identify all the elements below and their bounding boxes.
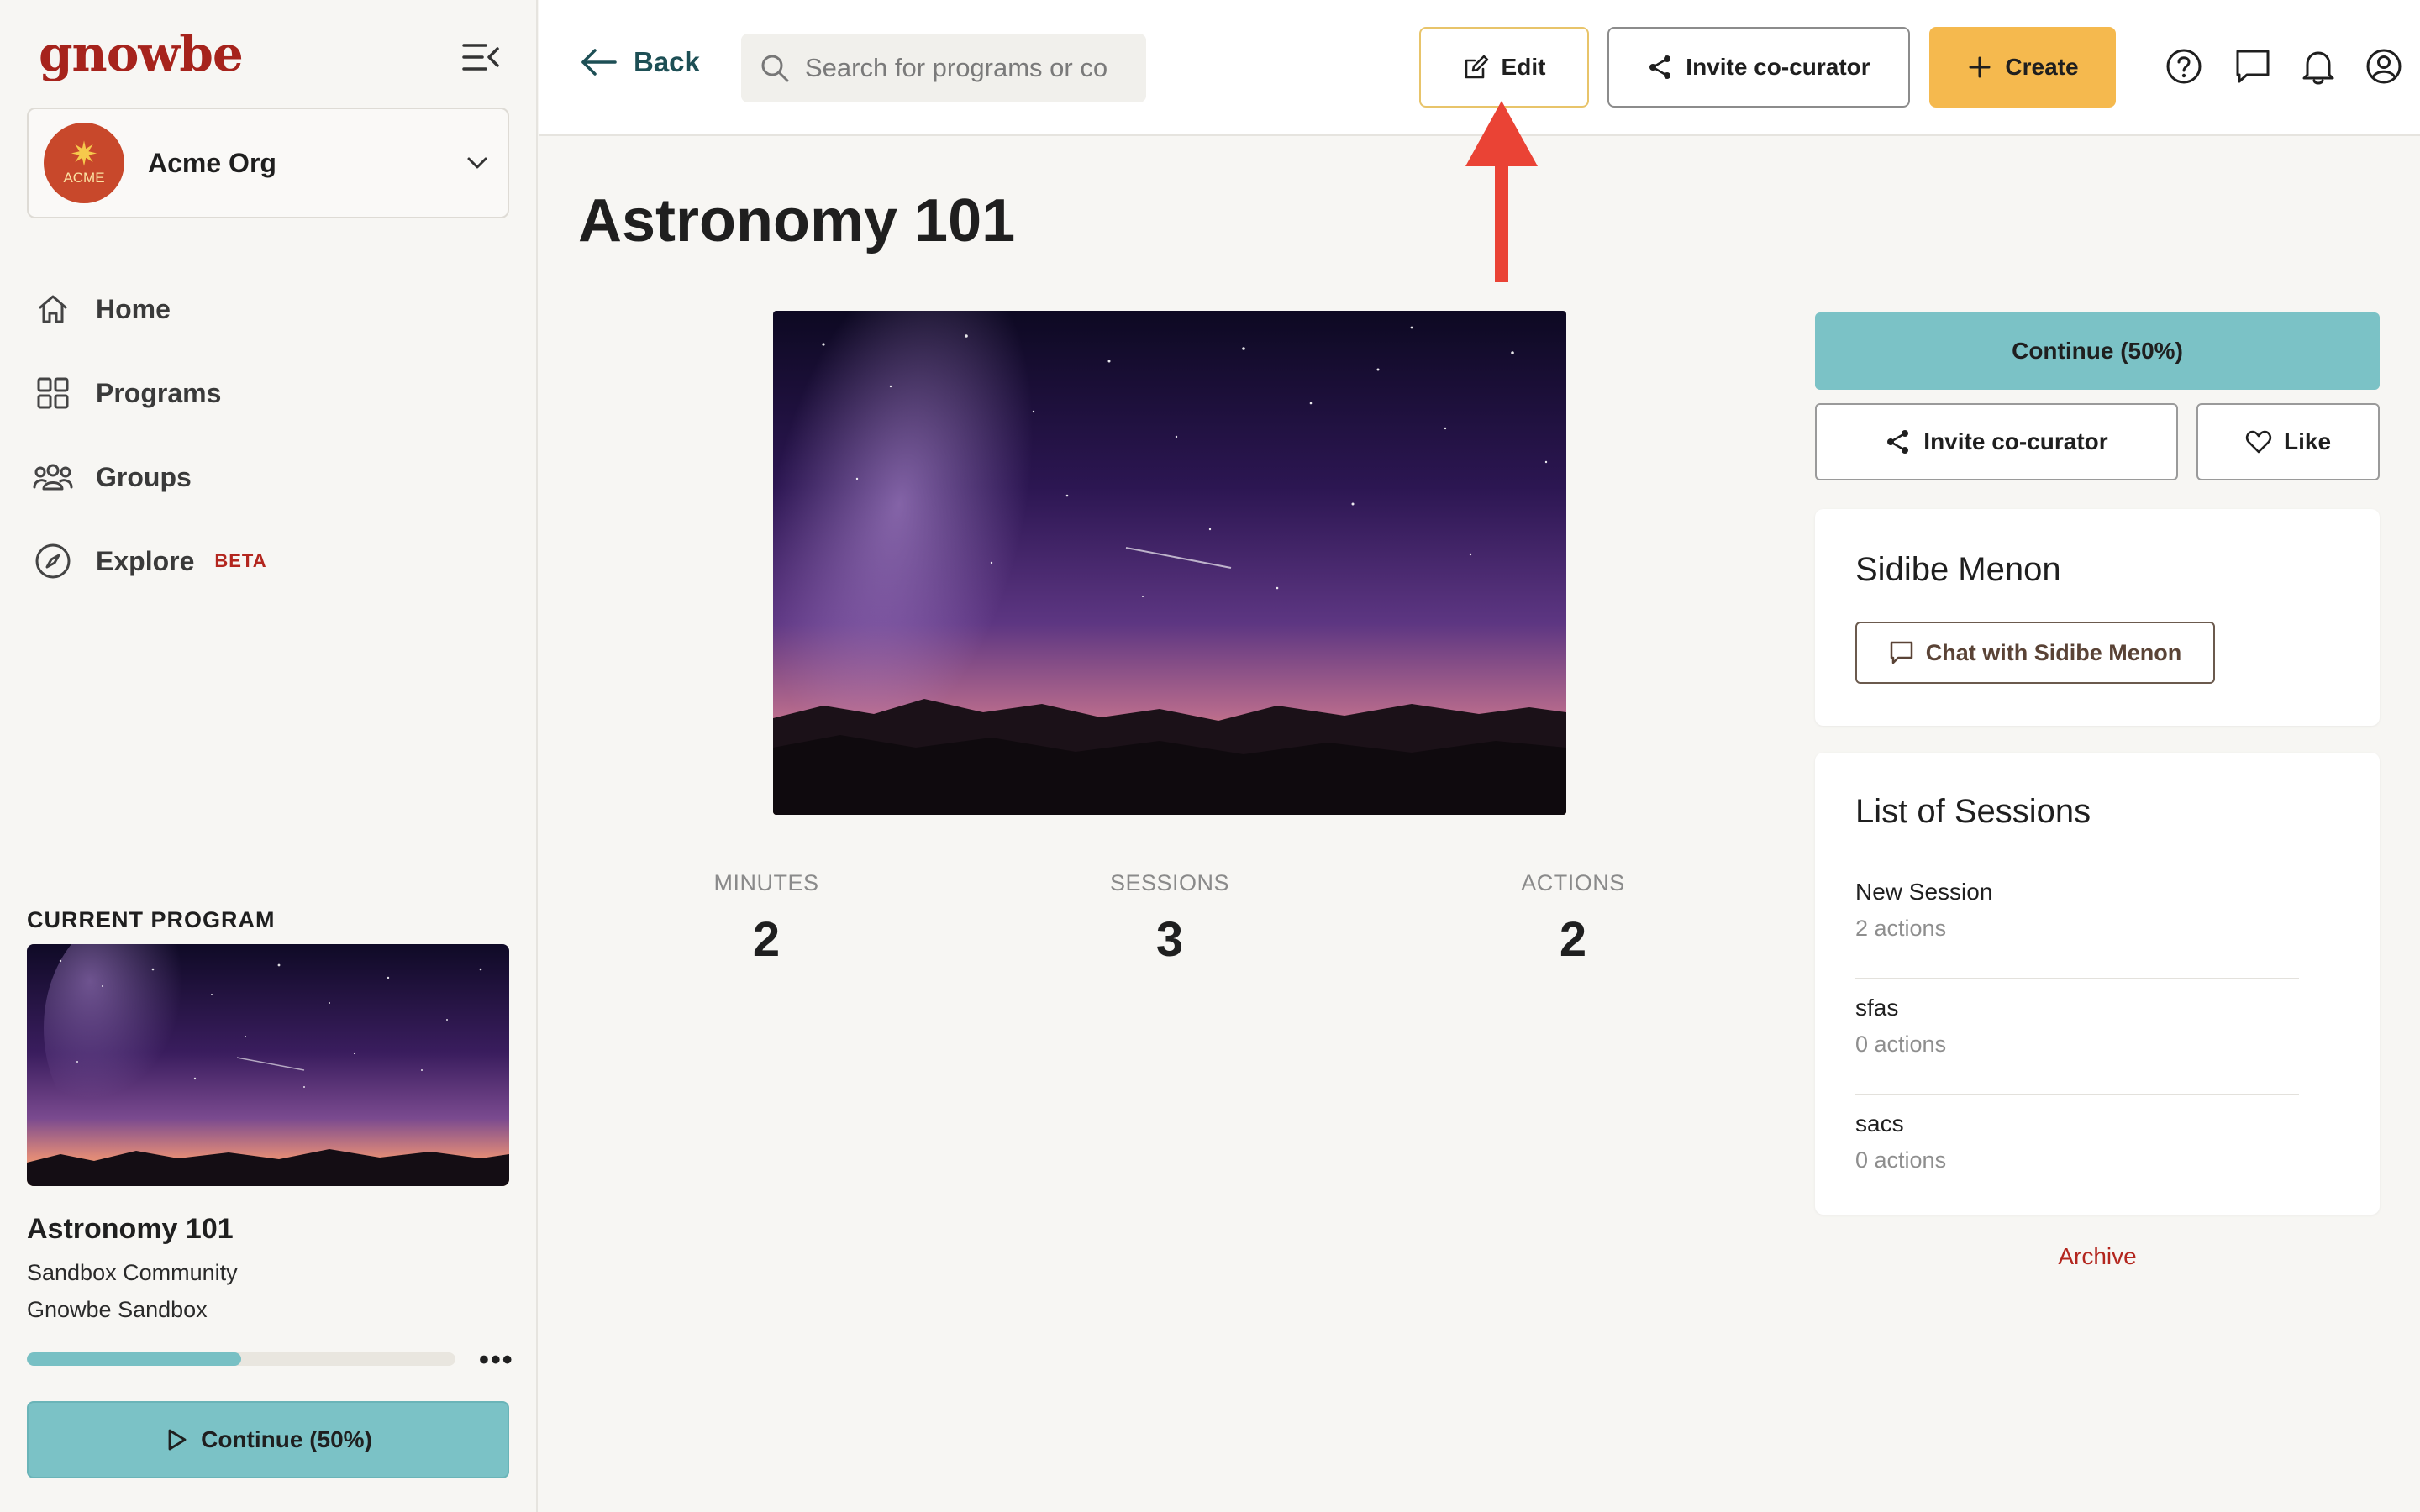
page-title: Astronomy 101 (578, 187, 1016, 255)
sun-icon: ✷ (70, 136, 98, 173)
org-avatar: ✷ ACME (44, 123, 124, 203)
session-name: New Session (1855, 879, 1993, 905)
continue-button[interactable]: Continue (50%) (1815, 312, 2380, 390)
compass-icon (32, 540, 74, 582)
session-item[interactable]: New Session 2 actions (1855, 879, 2299, 979)
nav-item-groups[interactable]: Groups (32, 435, 502, 519)
stat-label: ACTIONS (1521, 870, 1625, 895)
progress-bar-fill (27, 1352, 241, 1366)
sidebar-continue-button[interactable]: Continue (50%) (27, 1401, 509, 1478)
search-input[interactable] (805, 53, 1141, 83)
archive-link[interactable]: Archive (1815, 1243, 2380, 1270)
chat-icon (1890, 641, 1912, 664)
current-program-title[interactable]: Astronomy 101 (27, 1213, 234, 1246)
panel-invite-cocurator-button[interactable]: Invite co-curator (1815, 403, 2178, 480)
sidebar-continue-label: Continue (50%) (201, 1426, 372, 1452)
invite-label: Invite co-curator (1686, 54, 1870, 80)
main-nav: Home Programs Groups Explore BETA (32, 267, 502, 603)
sessions-card: List of Sessions New Session 2 actions s… (1815, 753, 2380, 1215)
program-cover-image (773, 311, 1566, 815)
panel-invite-label: Invite co-curator (1923, 428, 2108, 454)
stat-label: MINUTES (713, 870, 819, 895)
author-name: Sidibe Menon (1855, 551, 2061, 588)
edit-button[interactable]: Edit (1419, 27, 1589, 108)
stat-label: SESSIONS (1109, 870, 1230, 895)
sessions-title: List of Sessions (1855, 793, 2091, 830)
nav-label-explore: Explore (96, 545, 195, 576)
stat-value: 2 (1559, 912, 1587, 967)
author-card: Sidibe Menon Chat with Sidibe Menon (1815, 509, 2380, 726)
play-icon (168, 1429, 187, 1451)
bell-icon[interactable] (2299, 47, 2338, 86)
stat-value: 2 (752, 912, 781, 967)
nav-item-home[interactable]: Home (32, 267, 502, 351)
session-actions-count: 2 actions (1855, 916, 1947, 941)
sidebar: gnowbe ✷ ACME Acme Org Home Programs Gro… (0, 0, 538, 1512)
back-label: Back (634, 46, 700, 77)
grid-icon (32, 372, 74, 414)
chat-with-author-button[interactable]: Chat with Sidibe Menon (1855, 622, 2215, 684)
heart-icon (2245, 430, 2272, 454)
like-button[interactable]: Like (2196, 403, 2380, 480)
current-program-thumbnail[interactable] (27, 944, 509, 1186)
session-item[interactable]: sfas 0 actions (1855, 995, 2299, 1095)
nav-item-programs[interactable]: Programs (32, 351, 502, 435)
chevron-down-icon (464, 150, 491, 176)
share-icon (1649, 55, 1671, 79)
like-label: Like (2283, 428, 2332, 454)
nav-label-home: Home (96, 293, 171, 324)
share-icon (1887, 430, 1909, 454)
search-box[interactable] (741, 34, 1146, 102)
groups-icon (32, 456, 74, 498)
create-button[interactable]: Create (1929, 27, 2116, 108)
stat-actions: ACTIONS 2 (1481, 870, 1665, 968)
chat-icon[interactable] (2233, 47, 2272, 86)
session-item[interactable]: sacs 0 actions (1855, 1110, 2299, 1211)
current-program-workspace: Gnowbe Sandbox (27, 1297, 208, 1322)
stat-sessions: SESSIONS 3 (1077, 870, 1262, 968)
help-icon[interactable] (2165, 47, 2203, 86)
progress-bar (27, 1352, 455, 1366)
stat-value: 3 (1155, 912, 1184, 967)
arrow-left-icon (581, 49, 617, 76)
session-actions-count: 0 actions (1855, 1147, 1947, 1173)
annotation-arrow (1465, 101, 1538, 282)
continue-label: Continue (50%) (2012, 338, 2183, 364)
session-actions-count: 0 actions (1855, 1032, 1947, 1057)
session-name: sfas (1855, 995, 1899, 1021)
nav-label-programs: Programs (96, 377, 222, 408)
more-options-icon[interactable]: ••• (479, 1344, 514, 1377)
edit-icon (1465, 55, 1488, 79)
plus-icon (1969, 56, 1991, 78)
create-label: Create (2005, 54, 2079, 80)
current-program-community: Sandbox Community (27, 1260, 238, 1285)
profile-icon[interactable] (2365, 47, 2403, 86)
org-name: Acme Org (148, 147, 276, 178)
nav-label-groups: Groups (96, 461, 192, 492)
edit-label: Edit (1501, 54, 1546, 80)
search-icon (761, 55, 789, 82)
org-selector[interactable]: ✷ ACME Acme Org (27, 108, 509, 218)
home-icon (32, 288, 74, 330)
beta-badge: BETA (214, 550, 267, 571)
current-program-heading: CURRENT PROGRAM (27, 907, 276, 932)
org-avatar-text: ACME (63, 170, 105, 186)
collapse-sidebar-icon[interactable] (460, 39, 501, 76)
chat-with-author-label: Chat with Sidibe Menon (1925, 639, 2182, 665)
gnowbe-logo[interactable]: gnowbe (39, 25, 244, 82)
nav-item-explore[interactable]: Explore BETA (32, 519, 502, 603)
stat-minutes: MINUTES 2 (674, 870, 859, 968)
back-button[interactable]: Back (578, 45, 700, 79)
session-name: sacs (1855, 1110, 1904, 1137)
invite-cocurator-button[interactable]: Invite co-curator (1607, 27, 1910, 108)
